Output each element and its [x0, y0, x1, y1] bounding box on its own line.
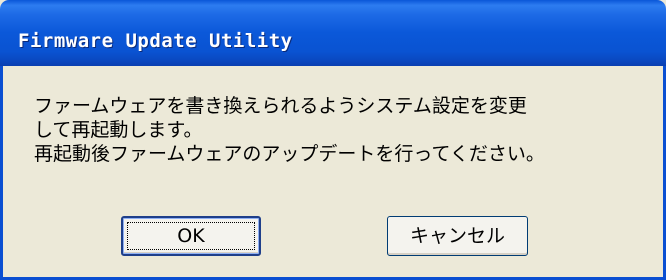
ok-button[interactable]: OK — [121, 216, 261, 256]
firmware-update-dialog: Firmware Update Utility ファームウェアを書き換えられるよ… — [0, 0, 666, 280]
window-title: Firmware Update Utility — [18, 30, 293, 52]
window-frame-left — [0, 66, 3, 280]
cancel-button[interactable]: キャンセル — [387, 216, 528, 256]
dialog-message: ファームウェアを書き換えられるようシステム設定を変更 して再起動します。 再起動… — [34, 94, 654, 166]
message-line-2: して再起動します。 — [34, 119, 203, 141]
ok-button-label: OK — [177, 225, 205, 247]
message-line-3: 再起動後ファームウェアのアップデートを行ってください。 — [34, 143, 545, 165]
title-bar[interactable]: Firmware Update Utility — [0, 0, 666, 66]
message-line-1: ファームウェアを書き換えられるようシステム設定を変更 — [34, 95, 527, 117]
